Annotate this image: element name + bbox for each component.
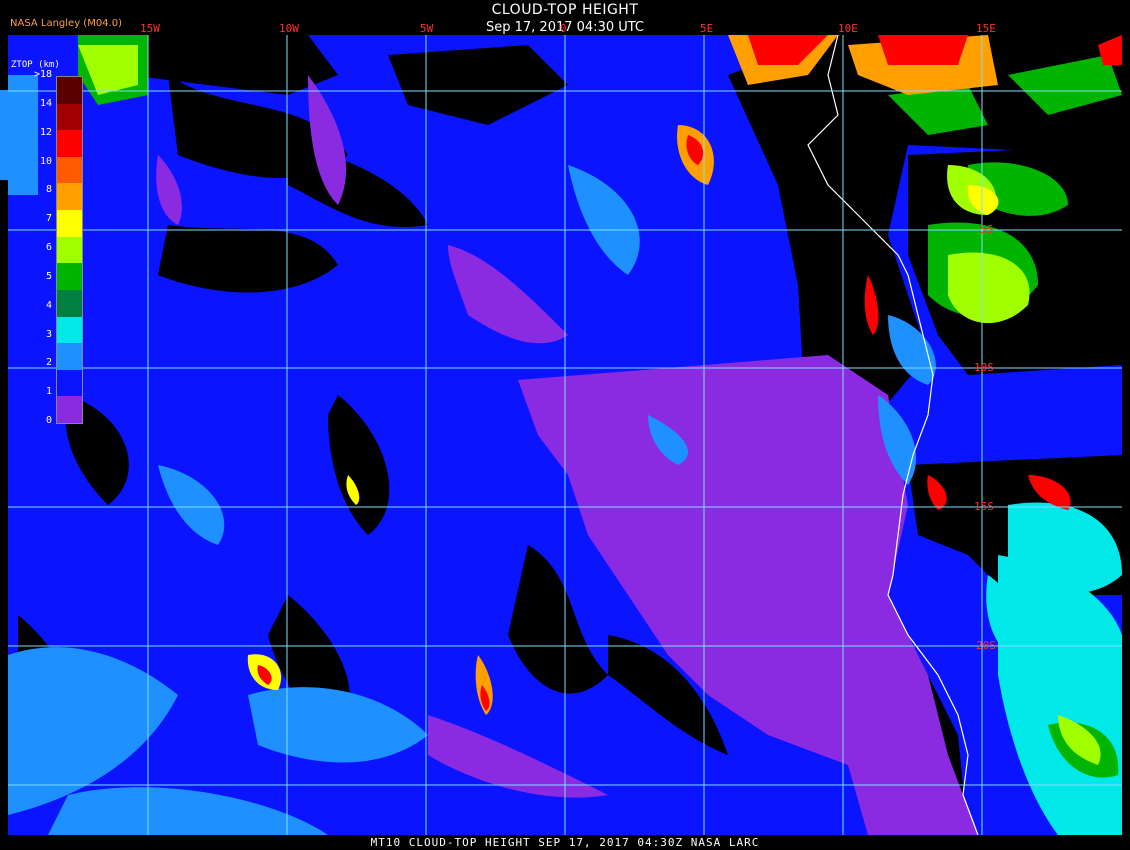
lat-label: 15S [974, 500, 994, 513]
lon-label: 0 [560, 22, 567, 35]
legend-label: 8 [45, 184, 52, 196]
lon-label: 5E [700, 22, 714, 35]
legend-bar [56, 76, 83, 424]
lon-label: 10W [279, 22, 299, 35]
lat-label: 20S [976, 639, 996, 652]
color-legend: ZTOP (km) >18 14 12 10 8 7 6 5 4 3 2 1 0 [8, 60, 83, 434]
legend-swatch [57, 156, 82, 184]
satellite-map[interactable] [8, 35, 1122, 835]
legend-label: 1 [45, 386, 52, 398]
legend-label: 14 [39, 97, 52, 109]
legend-swatch [57, 77, 82, 105]
lon-label: 5W [420, 22, 434, 35]
legend-swatch [57, 210, 82, 238]
legend-swatch [57, 289, 82, 318]
map-canvas [8, 35, 1122, 835]
legend-label: 5 [45, 270, 52, 282]
legend-swatch [57, 236, 82, 264]
legend-swatch [57, 343, 82, 371]
lon-label: 15W [140, 22, 160, 35]
legend-swatch [57, 369, 82, 397]
legend-label: 4 [45, 299, 52, 311]
legend-swatch [57, 103, 82, 131]
legend-label: 12 [39, 126, 52, 138]
legend-swatch [57, 263, 82, 291]
lat-label: 5S [980, 223, 994, 236]
provider-label: NASA Langley (M04.0) [10, 18, 122, 29]
legend-swatch [57, 396, 82, 424]
lon-label: 15E [976, 22, 996, 35]
legend-swatch [57, 183, 82, 211]
lat-label: 10S [974, 361, 994, 374]
legend-swatch [57, 316, 82, 344]
legend-label: 3 [45, 328, 52, 340]
legend-label: 7 [45, 213, 52, 225]
legend-label: 6 [45, 242, 52, 253]
legend-label: 10 [39, 155, 52, 167]
legend-label: 0 [45, 415, 52, 426]
legend-label: >18 [33, 69, 52, 80]
map-title: CLOUD-TOP HEIGHT [491, 2, 639, 18]
legend-swatch [57, 130, 82, 158]
edge-swatch [0, 90, 8, 180]
legend-label: 2 [45, 357, 52, 369]
footer-caption: MT10 CLOUD-TOP HEIGHT SEP 17, 2017 04:30… [370, 836, 760, 849]
lon-label: 10E [838, 22, 858, 35]
